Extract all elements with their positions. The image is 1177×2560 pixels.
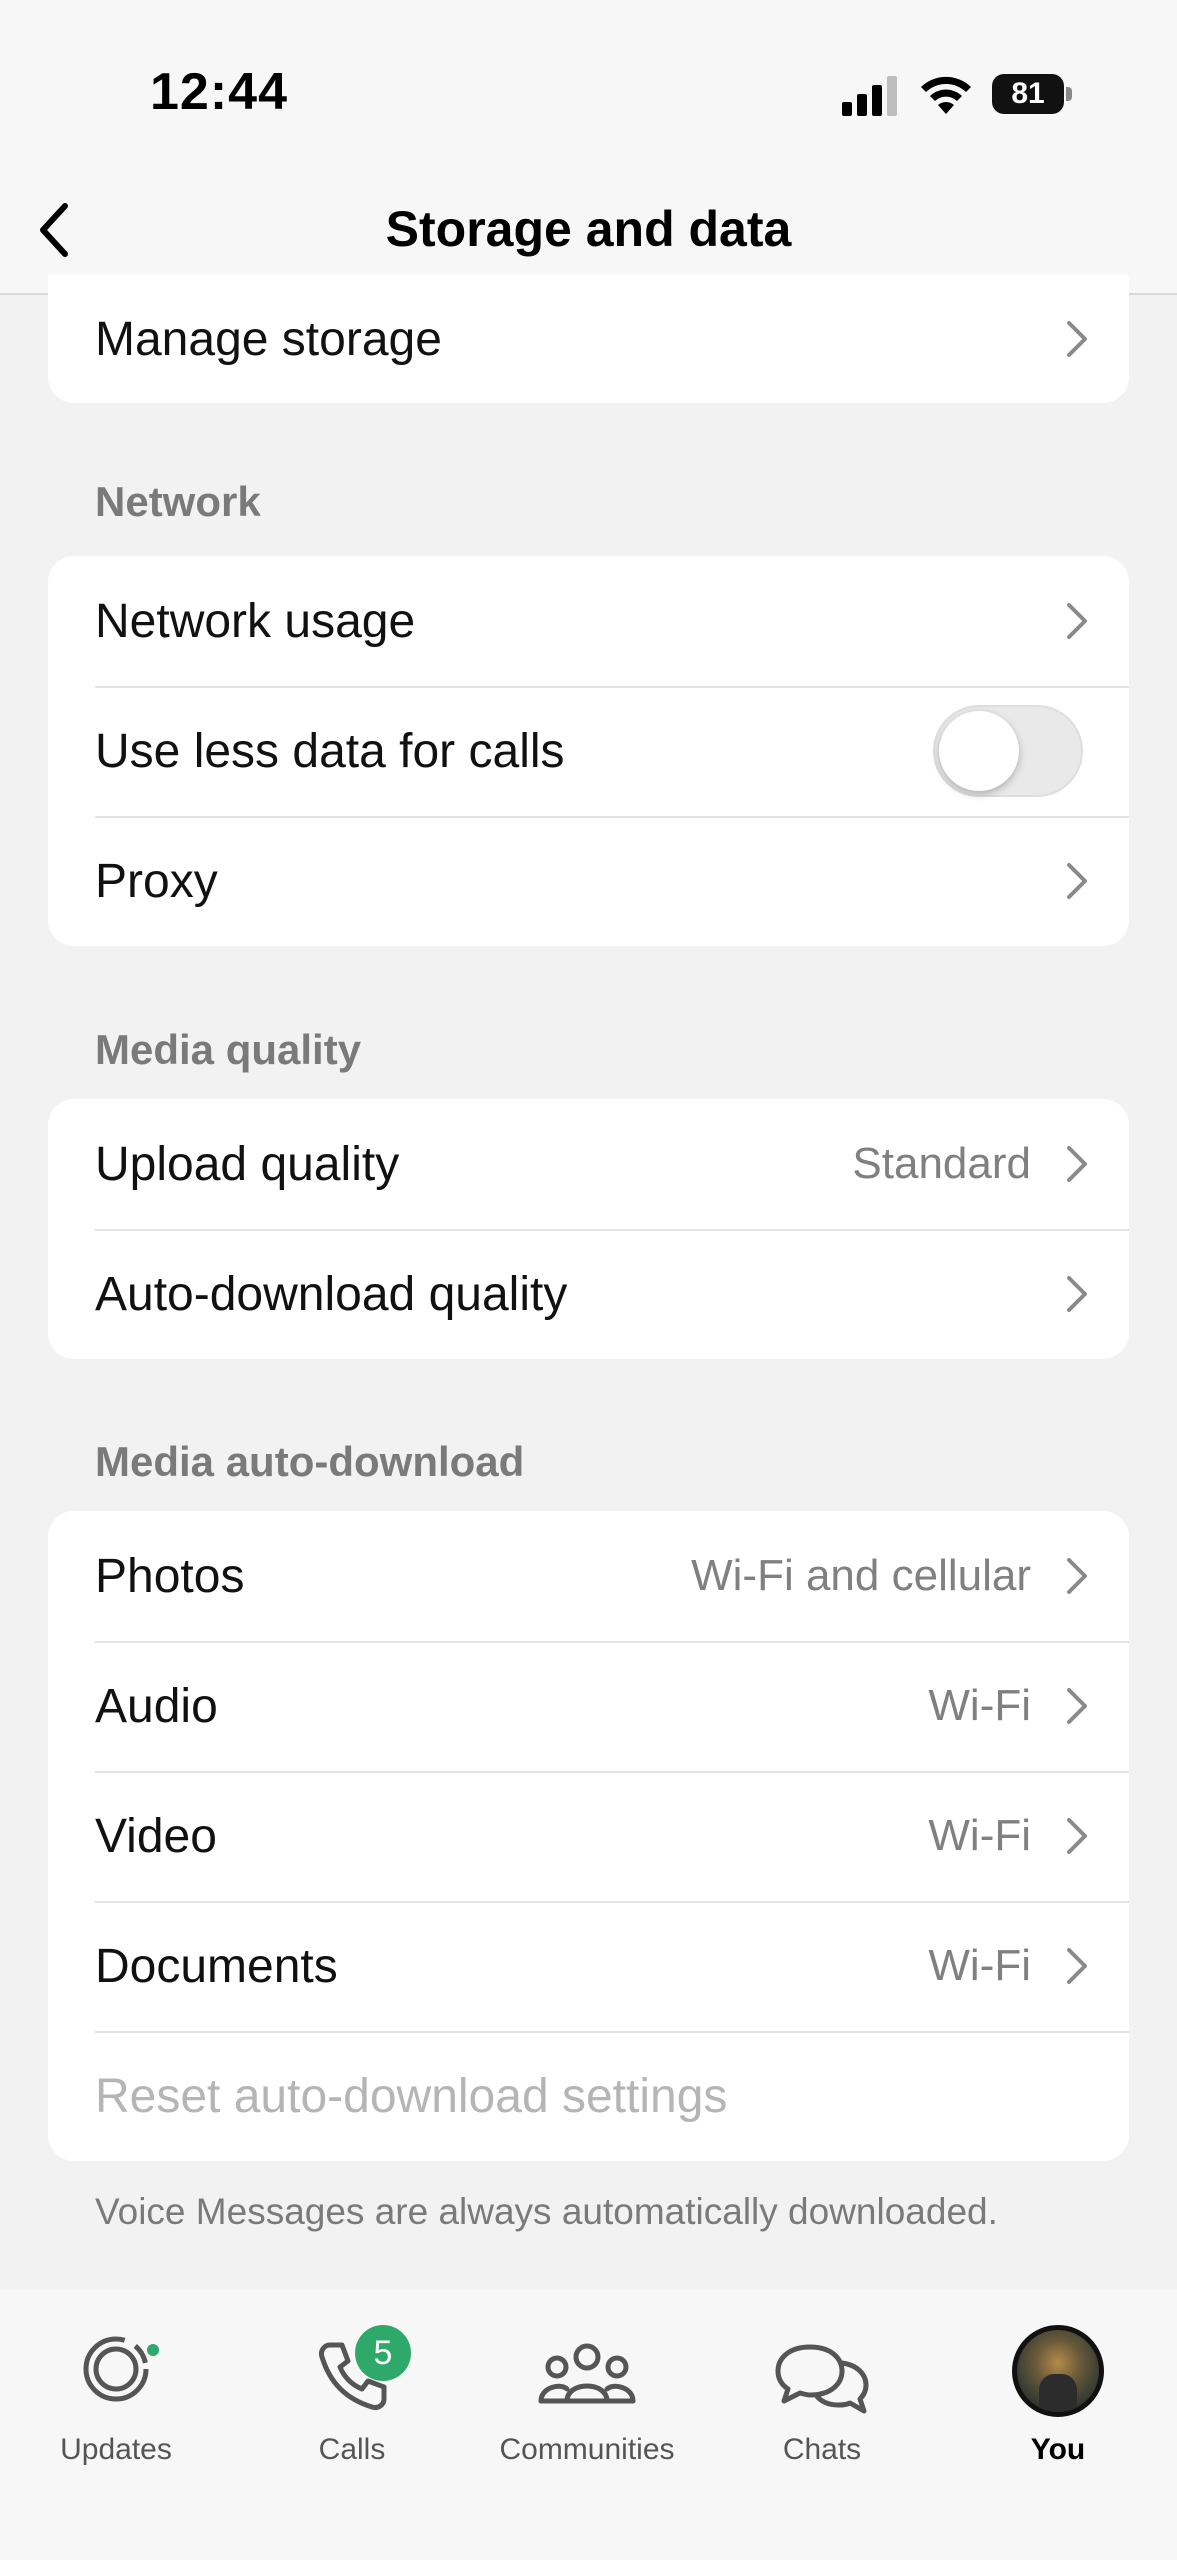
tab-calls[interactable]: 5 Calls (252, 2325, 452, 2475)
row-label: Use less data for calls (95, 724, 565, 778)
tab-label: You (1030, 2433, 1086, 2466)
row-value: Wi-Fi and cellular (691, 1551, 1031, 1600)
section-header-media-auto-download: Media auto-download (95, 1438, 525, 1485)
status-bar: 12:44 81 (0, 0, 1177, 170)
tab-label: Updates (60, 2433, 172, 2466)
storage-and-data-screen: 12:44 81 Storage and data Manage storage… (0, 0, 1177, 2560)
calls-badge: 5 (355, 2325, 411, 2381)
chevron-right-icon (1067, 1818, 1087, 1854)
network-usage-row[interactable]: Network usage (48, 556, 1129, 686)
manage-storage-row[interactable]: Manage storage (48, 275, 1129, 403)
tab-label: Chats (782, 2433, 862, 2466)
chats-icon (775, 2344, 869, 2414)
row-value: Wi-Fi (928, 1811, 1031, 1860)
reset-auto-download-button: Reset auto-download settings (95, 2069, 728, 2123)
use-less-data-toggle[interactable] (933, 705, 1083, 797)
row-label: Photos (95, 1549, 245, 1603)
voice-messages-note: Voice Messages are always automatically … (95, 2191, 998, 2232)
chevron-right-icon (1067, 1688, 1087, 1724)
upload-quality-row[interactable]: Upload quality Standard (48, 1099, 1129, 1229)
chevron-right-icon (1067, 1558, 1087, 1594)
status-time: 12:44 (150, 63, 288, 121)
row-label: Auto-download quality (95, 1267, 568, 1321)
updates-indicator-dot (144, 2341, 162, 2359)
chevron-right-icon (1067, 603, 1087, 639)
tab-you[interactable]: You (958, 2325, 1158, 2475)
tab-chats[interactable]: Chats (722, 2325, 922, 2475)
photos-row[interactable]: Photos Wi-Fi and cellular (48, 1511, 1129, 1641)
battery-icon: 81 (992, 74, 1072, 114)
toggle-knob (939, 711, 1019, 791)
row-value: Wi-Fi (928, 1941, 1031, 1990)
auto-download-quality-row[interactable]: Auto-download quality (48, 1229, 1129, 1359)
section-header-network: Network (95, 478, 261, 525)
wifi-icon (921, 76, 971, 114)
row-label: Upload quality (95, 1137, 400, 1191)
tab-communities[interactable]: Communities (487, 2325, 687, 2475)
row-label: Proxy (95, 854, 218, 908)
row-label: Manage storage (95, 312, 442, 366)
row-label: Documents (95, 1939, 338, 1993)
row-label: Video (95, 1809, 217, 1863)
chevron-right-icon (1067, 1948, 1087, 1984)
media-quality-card: Upload quality Standard Auto-download qu… (48, 1099, 1129, 1359)
signal-icon (842, 76, 897, 116)
row-value: Wi-Fi (928, 1681, 1031, 1730)
network-card: Network usage Use less data for calls Pr… (48, 556, 1129, 946)
row-value: Standard (852, 1139, 1031, 1188)
tab-label: Calls (318, 2433, 386, 2466)
documents-row[interactable]: Documents Wi-Fi (48, 1901, 1129, 2031)
communities-icon (538, 2343, 636, 2404)
tab-label: Communities (499, 2433, 675, 2466)
storage-card: Manage storage (48, 275, 1129, 403)
row-label: Audio (95, 1679, 218, 1733)
reset-auto-download-row[interactable]: Reset auto-download settings (48, 2031, 1129, 2161)
page-title: Storage and data (385, 201, 792, 257)
row-label: Network usage (95, 594, 416, 648)
chevron-right-icon (1067, 321, 1087, 357)
tab-updates[interactable]: Updates (16, 2325, 216, 2475)
chevron-right-icon (1067, 863, 1087, 899)
audio-row[interactable]: Audio Wi-Fi (48, 1641, 1129, 1771)
auto-download-card: Photos Wi-Fi and cellular Audio Wi-Fi Vi… (48, 1511, 1129, 2161)
chevron-right-icon (1067, 1276, 1087, 1312)
use-less-data-row: Use less data for calls (48, 686, 1129, 816)
updates-icon (83, 2336, 149, 2402)
video-row[interactable]: Video Wi-Fi (48, 1771, 1129, 1901)
avatar (1012, 2325, 1104, 2417)
chevron-right-icon (1067, 1146, 1087, 1182)
proxy-row[interactable]: Proxy (48, 816, 1129, 946)
battery-level: 81 (1011, 77, 1045, 110)
section-header-media-quality: Media quality (95, 1026, 362, 1073)
tab-bar: Updates 5 Calls Communities Chats You (0, 2290, 1177, 2560)
